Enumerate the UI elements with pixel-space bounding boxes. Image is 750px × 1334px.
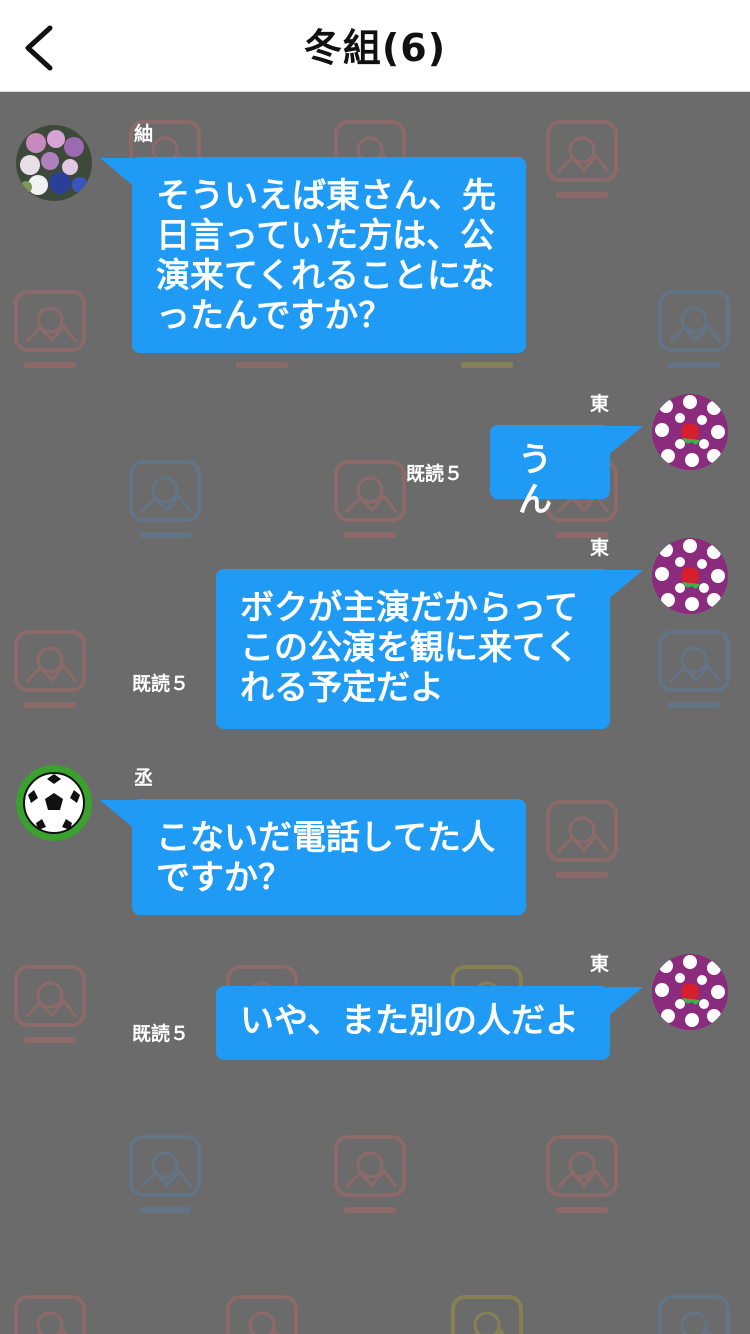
message-bubble[interactable]: そういえば東さん、先 日言っていた方は、公 演来てくれることにな ったんですか？ [132,157,526,353]
bubble-tail [607,987,643,1017]
purple-floral-avatar[interactable] [652,954,728,1030]
sender-name: 丞 [134,767,154,789]
purple-floral-avatar[interactable] [652,538,728,614]
read-receipt: 既読５ [406,463,464,485]
bubble-tail [100,158,136,188]
sender-name: 紬 [134,123,154,145]
message-bubble[interactable]: こないだ電話してた人 ですか？ [132,799,526,915]
chat-title: 冬組(6) [303,26,447,70]
chat-header: 冬組(6) [0,0,750,92]
purple-floral-avatar[interactable] [652,394,728,470]
message-bubble[interactable]: いや、また別の人だよ [216,986,610,1060]
message-bubble[interactable]: ボクが主演だからって この公演を観に来てく れる予定だよ [216,569,610,729]
sender-name: 東 [590,537,610,559]
bubble-tail [100,800,136,830]
read-receipt: 既読５ [132,673,190,695]
sender-name: 東 [590,393,610,415]
chat-area[interactable]: 紬 そういえば東さん、先 日言っていた方は、公 演来てくれることにな ったんです… [0,92,750,1334]
sender-name: 東 [590,953,610,975]
bubble-tail [607,570,643,600]
flower-garden-avatar[interactable] [16,125,92,201]
bubble-tail [607,426,643,456]
read-receipt: 既読５ [132,1023,190,1045]
soccer-ball-avatar[interactable] [16,765,92,841]
message-bubble[interactable]: うん [490,425,610,520]
